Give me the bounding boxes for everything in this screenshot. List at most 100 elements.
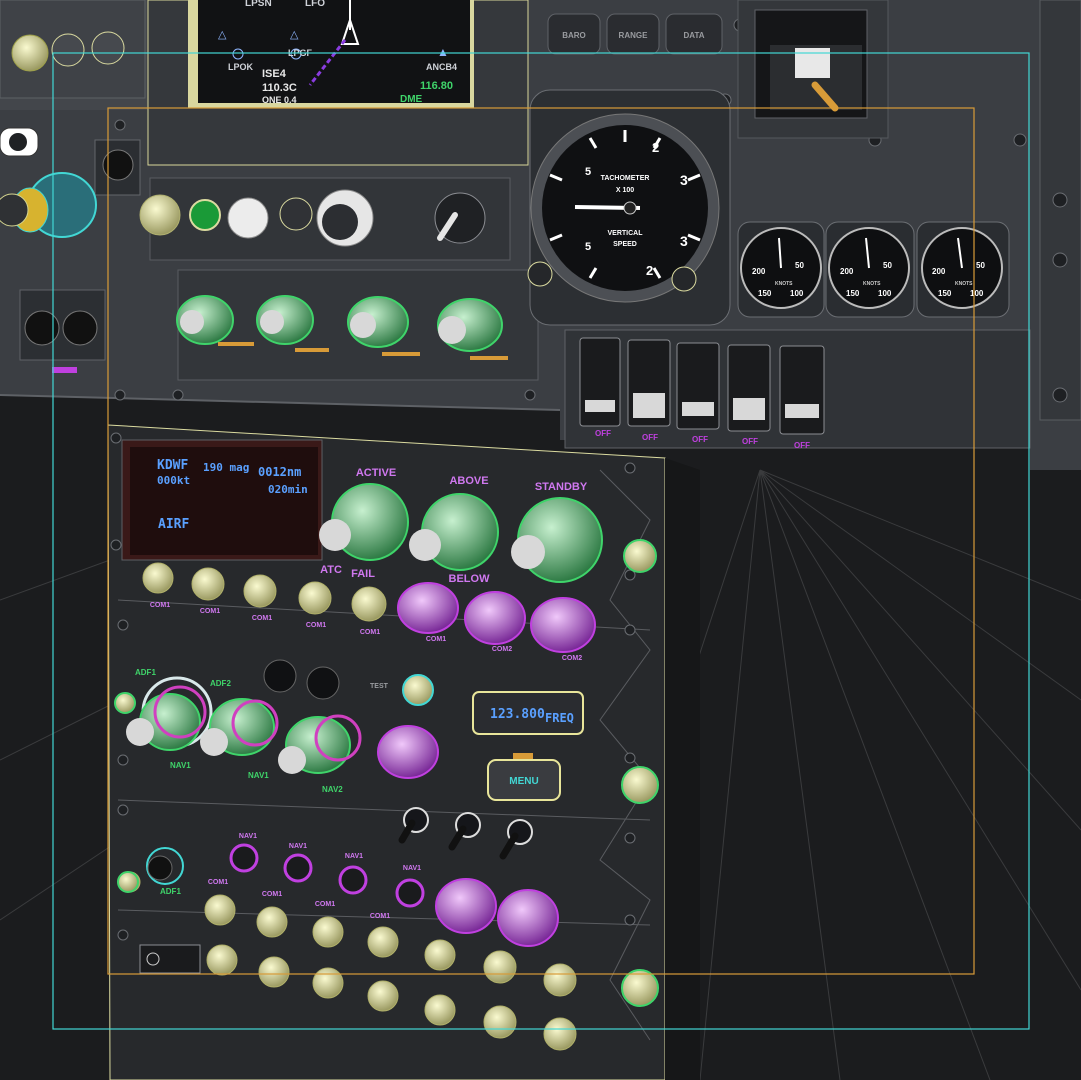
gauge-numeral: 150 [938,289,952,298]
audio-volume-knob[interactable] [435,878,497,934]
gauge-numeral: 100 [878,289,892,298]
switch-off-label: OFF [794,441,810,450]
radio-line1-left: KDWF [157,458,188,473]
upper-radio-knob[interactable] [139,194,181,236]
audio-knob[interactable] [204,894,236,926]
mfd-wp-left: LPOK [228,62,254,72]
tach-numeral: 3 [680,172,688,188]
mfd-buttons: BARO RANGE DATA [547,13,723,55]
mfd-line2: 110.3C [262,82,297,94]
xpdr-atc-label: ATC [320,564,342,576]
audio-knob[interactable] [206,944,238,976]
adf2-label: ADF2 [210,679,231,688]
com-label: COM2 [492,646,512,653]
side-knob[interactable] [621,766,659,804]
com-knob[interactable] [191,567,225,601]
rocker-switch[interactable] [779,345,825,435]
audio-knob[interactable] [424,939,456,971]
com-freq-knob[interactable] [397,582,459,634]
xpdr-below-label: BELOW [449,573,491,585]
com-knob[interactable] [298,581,332,615]
audio-knob[interactable] [424,994,456,1026]
upper-radio-knob[interactable] [227,197,269,239]
audio-nav-knob[interactable] [338,865,368,895]
audio-com-label: COM1 [208,879,228,886]
xpdr-active-label: ACTIVE [356,467,396,479]
com-knob[interactable] [351,586,387,622]
gauge-unit: KNOTS [863,281,881,287]
switch-off-label: OFF [595,429,611,438]
ident-knob[interactable] [402,674,434,706]
tach-adjust-knob[interactable] [671,266,697,292]
waypoint-triangle-icon: ▲ [437,45,449,59]
xpdr-standby-label: STANDBY [535,481,588,493]
side-knob[interactable] [623,539,657,573]
upper-radio-knob[interactable] [279,197,313,231]
com-knob[interactable] [243,574,277,608]
audio-knob[interactable] [367,980,399,1012]
audio-knob[interactable] [312,967,344,999]
mfd-button-label: DATA [683,31,704,40]
gauge-numeral: 200 [932,267,946,276]
tachometer-gauge: 2 3 3 2 5 5 TACHOMETER X 100 VERTICAL SP… [527,89,731,326]
audio-volume-knob[interactable] [497,889,559,947]
radio-line3: AIRF [158,517,189,532]
audio-com-label: COM1 [262,891,282,898]
freq-value: 123.800 [490,707,545,722]
audio-knob[interactable] [367,926,399,958]
com-label: COM1 [306,622,326,629]
audio-knob[interactable] [256,906,288,938]
audio-nav-label: NAV1 [345,853,363,860]
switch-off-label: OFF [642,433,658,442]
nav-freq-knob[interactable] [377,725,439,779]
audio-nav-label: NAV1 [403,865,421,872]
upper-knob[interactable] [51,33,85,67]
audio-adf-label: ADF1 [160,887,181,896]
audio-nav-knob[interactable] [395,878,425,908]
upper-knob[interactable] [91,31,125,65]
transponder-section: ACTIVE ABOVE STANDBY ATC FAIL BELOW [319,467,603,585]
nav-small-knob[interactable] [306,666,340,700]
audio-com-label: COM1 [315,901,335,908]
rocker-switch[interactable] [579,337,621,427]
xpdr-above-label: ABOVE [449,475,488,487]
radio-line2-right: 020min [268,483,308,496]
audio-knob[interactable] [543,1017,577,1051]
mfd-button-label: RANGE [619,31,649,40]
tach-numeral: 5 [585,166,591,178]
rocker-switch[interactable] [676,342,720,430]
upper-radio-green-button[interactable] [189,199,221,231]
mfd-bottom: DME [400,94,423,105]
tach-label: VERTICAL [608,230,644,237]
audio-nav-knob[interactable] [283,853,313,883]
gauge-numeral: 50 [883,261,892,270]
nav-small-knob[interactable] [263,659,297,693]
side-knob[interactable] [114,692,136,714]
side-knob[interactable] [621,969,659,1007]
audio-knob[interactable] [483,1005,517,1039]
audio-knob[interactable] [543,963,577,997]
radio-line1-mid: 190 mag [203,461,249,474]
com-freq-knob[interactable] [530,597,596,653]
com-knob[interactable] [142,562,174,594]
annunciator-panel [737,0,889,139]
upper-knob[interactable] [11,34,49,72]
audio-knob[interactable] [258,956,290,988]
side-knob[interactable] [117,871,139,893]
com-freq-knob[interactable] [464,591,526,645]
com-label: COM1 [150,602,170,609]
audio-nav-knob[interactable] [229,843,259,873]
audio-knob[interactable] [312,916,344,948]
gauge-numeral: 200 [752,267,766,276]
small-gauge [916,221,1010,318]
com-label: COM1 [252,615,272,622]
tach-adjust-knob[interactable] [527,261,553,287]
mfd-line3: ONE 0.4 [262,95,297,105]
audio-knob[interactable] [483,950,517,984]
audio-com-label: COM1 [370,913,390,920]
radio-display: KDWF 190 mag 0012nm 000kt 020min AIRF [121,439,323,561]
toggle-switch-row: OFF OFF OFF OFF OFF [564,329,1031,450]
nav-test-label: TEST [370,683,389,690]
audio-adf-knob[interactable] [147,855,173,881]
mfd-button-label: BARO [562,31,586,40]
